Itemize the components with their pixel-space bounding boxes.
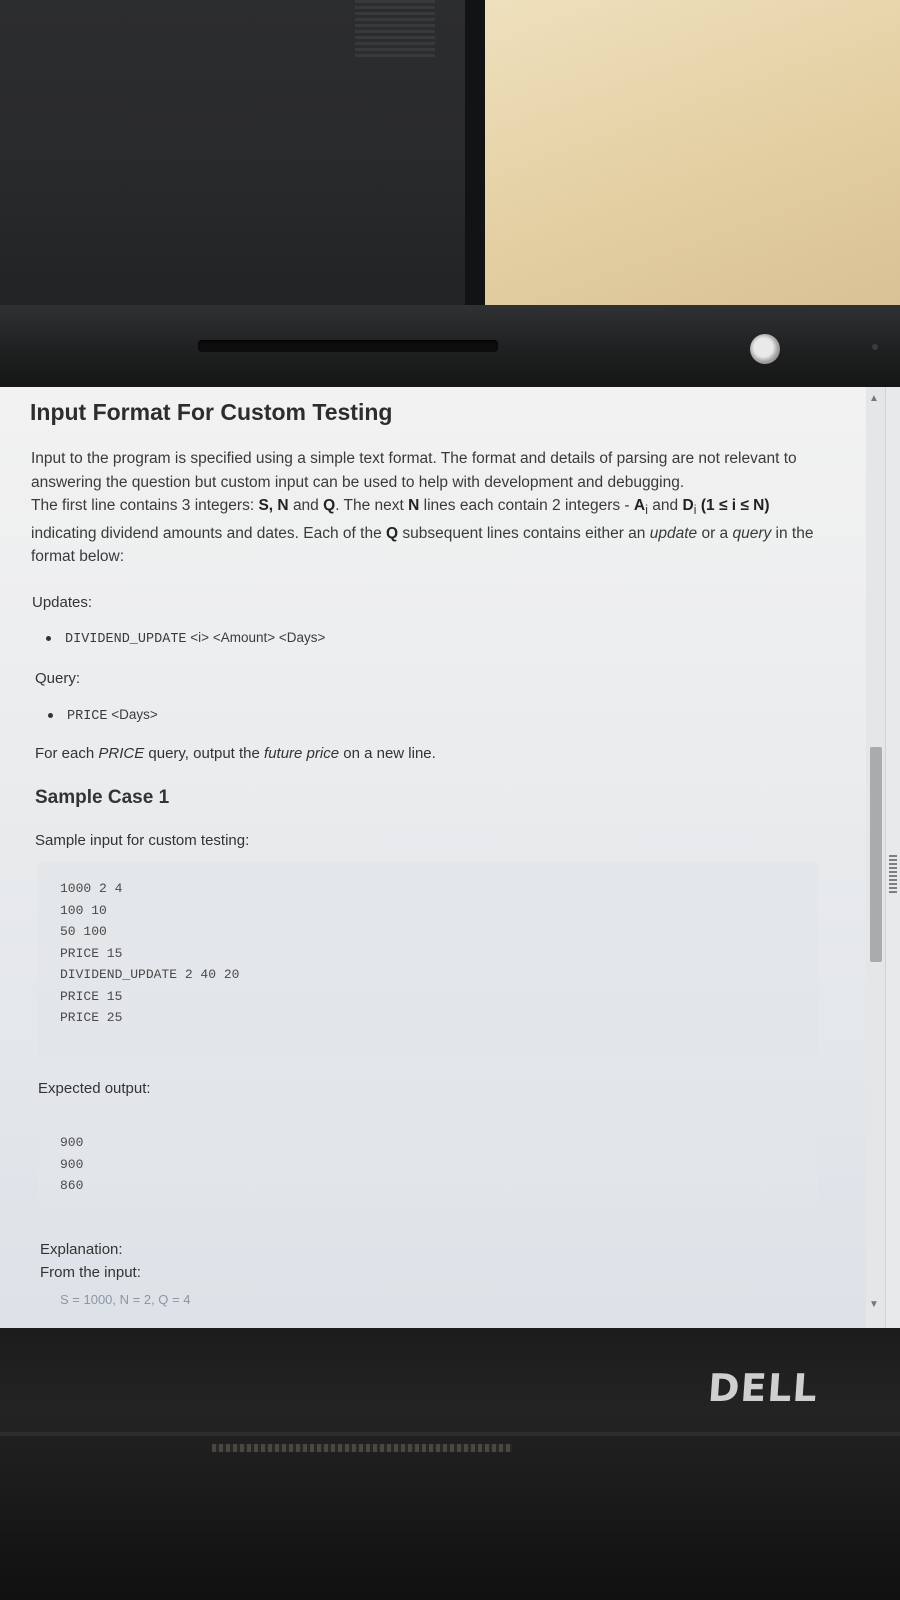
dividend-command: DIVIDEND_UPDATE: [65, 632, 187, 647]
and-word-2: and: [652, 497, 679, 514]
var-n: N: [277, 497, 289, 514]
sample-input-box: 1000 2 4 100 10 50 100 PRICE 15 DIVIDEND_UPD…: [38, 862, 818, 1057]
price-word: PRICE: [98, 745, 145, 762]
background-wall: [485, 0, 900, 305]
vertical-scrollbar[interactable]: ▲ ▼: [866, 387, 886, 1328]
expected-output-lines: 900 900 860: [38, 1132, 83, 1197]
price-note-c: on a new line.: [339, 745, 436, 762]
sample-input-line: PRICE 25: [60, 1010, 123, 1025]
sample-input-lines: 1000 2 4 100 10 50 100 PRICE 15 DIVIDEND_UPD…: [38, 878, 239, 1029]
sample-input-line: PRICE 15: [60, 988, 123, 1004]
intro-part2-mid2: lines each contain 2 integers -: [419, 497, 634, 514]
bullet-dot-icon: [46, 635, 51, 641]
sample-input-line: 50 100: [60, 924, 107, 939]
future-price-word: future price: [264, 745, 340, 762]
expected-output-label: Expected output:: [38, 1080, 151, 1097]
explanation-label: Explanation:: [40, 1241, 123, 1258]
or-a: or a: [697, 524, 733, 542]
webcam-icon: [750, 334, 780, 364]
sample-input-line: 100 10: [60, 902, 107, 918]
intro-part2-mid: . The next: [335, 497, 409, 514]
intro-part4-a: subsequent lines contains either an: [398, 524, 650, 542]
intro-part2-prefix: The first line contains 3 integers:: [31, 497, 259, 514]
price-bullet: PRICE <Days>: [48, 707, 158, 724]
query-word: query: [732, 524, 772, 542]
expected-output-line: 900: [60, 1135, 84, 1150]
page-title: Input Format For Custom Testing: [30, 399, 393, 425]
expected-output-line: 860: [60, 1178, 84, 1193]
var-s: S: [258, 497, 269, 514]
expected-output-line: 900: [60, 1156, 84, 1172]
sample-input-line: DIVIDEND_UPDATE 2 40 20: [60, 967, 240, 982]
query-label: Query:: [35, 670, 81, 687]
price-note-b: query, output the: [144, 745, 265, 762]
scrollbar-thumb[interactable]: [870, 747, 882, 962]
bullet-dot-icon: [48, 712, 53, 718]
intro-range: (1 ≤ i ≤ N): [700, 497, 770, 514]
background-monitor-screen: [355, 0, 435, 60]
pane-resize-handle[interactable]: [885, 387, 900, 1328]
sample-input-line: 1000 2 4: [60, 881, 123, 896]
resize-grip-icon: [889, 855, 897, 895]
var-q-2: Q: [386, 524, 399, 542]
scroll-down-arrow-icon[interactable]: ▼: [869, 1299, 879, 1310]
sample-case-heading: Sample Case 1: [35, 787, 170, 808]
bezel-edge: [0, 1432, 900, 1436]
intro-part1: Input to the program is specified using …: [31, 450, 797, 491]
price-note-a: For each: [35, 745, 99, 762]
brand-logo: DELL: [706, 1366, 820, 1410]
sub-i-d: i: [693, 502, 697, 518]
sample-input-line: PRICE 15: [60, 945, 123, 961]
webcam-led: [872, 344, 878, 350]
var-ai: A: [633, 497, 646, 514]
price-note: For each PRICE query, output the future …: [35, 742, 436, 766]
update-word: update: [649, 524, 698, 542]
price-args: <Days>: [111, 707, 158, 722]
intro-paragraph: Input to the program is specified using …: [31, 450, 814, 566]
screen: Input Format For Custom Testing Input to…: [0, 387, 900, 1328]
updates-label: Updates:: [32, 594, 93, 611]
dividend-args: <i> <Amount> <Days>: [190, 630, 326, 645]
and-word-1: and: [292, 497, 319, 514]
price-command: PRICE: [67, 709, 108, 724]
var-q: Q: [323, 497, 336, 514]
intro-part3: indicating dividend amounts and dates. E…: [31, 524, 387, 542]
explanation-first-item: S = 1000, N = 2, Q = 4: [60, 1292, 191, 1307]
expected-output-box: 900 900 860: [38, 1132, 818, 1207]
var-n-2: N: [408, 497, 420, 514]
scroll-up-arrow-icon[interactable]: ▲: [869, 393, 879, 404]
var-di: D: [682, 497, 694, 514]
hinge-vent: [212, 1444, 512, 1452]
sub-i-a: i: [645, 502, 648, 518]
dividend-update-bullet: DIVIDEND_UPDATE <i> <Amount> <Days>: [46, 630, 325, 647]
sample-input-label: Sample input for custom testing:: [35, 832, 250, 849]
from-input-label: From the input:: [40, 1264, 141, 1281]
background-monitor-bezel: [465, 0, 485, 305]
bezel-slot: [198, 340, 498, 352]
